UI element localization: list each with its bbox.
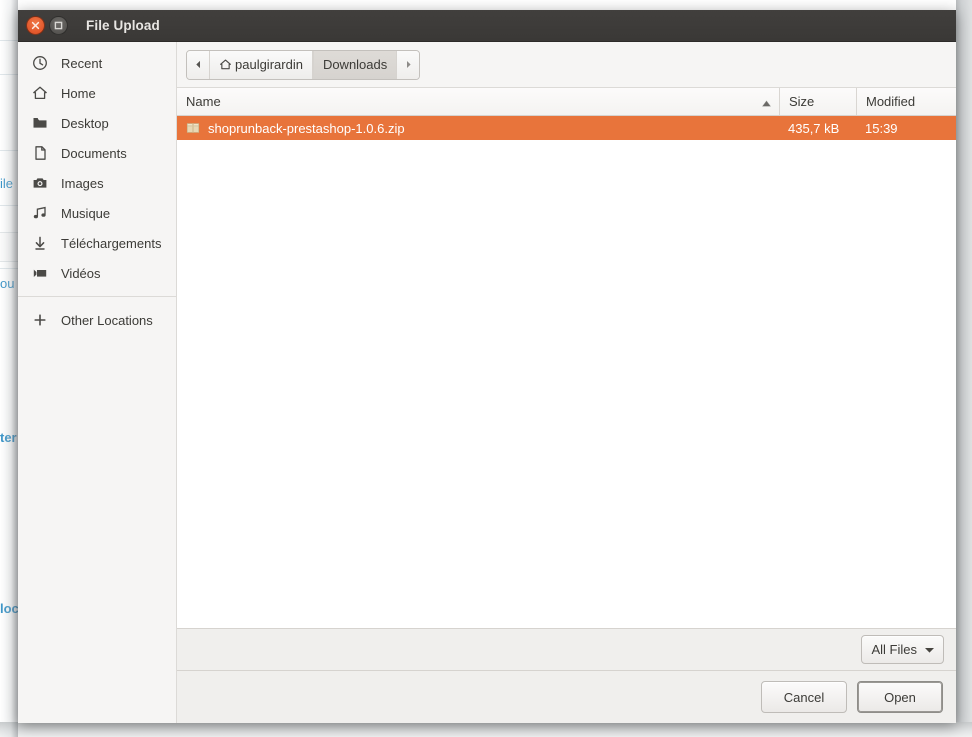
clock-icon bbox=[30, 55, 50, 71]
background-bottom-gutter bbox=[0, 722, 972, 737]
home-icon bbox=[219, 58, 232, 71]
sidebar-item-videos[interactable]: Vidéos bbox=[18, 258, 176, 288]
background-link[interactable]: ile bbox=[0, 176, 13, 191]
filter-bar: All Files bbox=[177, 628, 956, 670]
filter-label: All Files bbox=[871, 642, 917, 657]
sidebar-item-musique[interactable]: Musique bbox=[18, 198, 176, 228]
sidebar-separator bbox=[18, 296, 176, 297]
column-label: Size bbox=[789, 94, 815, 109]
file-browser-pane: paulgirardin Downloads Name Size Modifie… bbox=[177, 42, 956, 723]
document-icon bbox=[30, 145, 50, 161]
column-header-name[interactable]: Name bbox=[177, 88, 779, 115]
sidebar-item-label: Recent bbox=[61, 55, 103, 71]
file-modified-cell: 15:39 bbox=[865, 120, 898, 136]
cancel-button[interactable]: Cancel bbox=[761, 681, 847, 713]
breadcrumb-item-current[interactable]: Downloads bbox=[312, 50, 398, 79]
download-arrow-icon bbox=[30, 235, 50, 251]
folder-icon bbox=[30, 115, 50, 131]
places-sidebar: Recent Home Desktop Documents Images Mus… bbox=[18, 42, 177, 723]
open-label: Open bbox=[884, 689, 916, 705]
background-divider bbox=[0, 40, 18, 41]
window-title: File Upload bbox=[86, 18, 160, 33]
column-label: Name bbox=[186, 94, 221, 109]
sidebar-item-label: Téléchargements bbox=[61, 235, 162, 251]
column-label: Modified bbox=[866, 94, 916, 109]
music-note-icon bbox=[30, 205, 50, 221]
sidebar-item-telechargements[interactable]: Téléchargements bbox=[18, 228, 176, 258]
plus-icon bbox=[30, 312, 50, 328]
background-link[interactable]: loc bbox=[0, 601, 19, 616]
sidebar-item-recent[interactable]: Recent bbox=[18, 48, 176, 78]
cancel-label: Cancel bbox=[783, 689, 825, 705]
maximize-glyph bbox=[54, 21, 63, 30]
table-row[interactable]: shoprunback-prestashop-1.0.6.zip 435,7 k… bbox=[177, 116, 956, 140]
background-divider bbox=[0, 150, 18, 151]
home-icon bbox=[30, 85, 50, 101]
sidebar-item-label: Vidéos bbox=[61, 265, 101, 281]
video-icon bbox=[30, 265, 50, 281]
path-back-button[interactable] bbox=[187, 50, 209, 79]
breadcrumb-label: paulgirardin bbox=[235, 57, 303, 72]
sidebar-item-label: Home bbox=[61, 85, 96, 101]
background-divider bbox=[0, 268, 18, 269]
breadcrumb: paulgirardin Downloads bbox=[186, 49, 421, 80]
breadcrumb-label: Downloads bbox=[322, 57, 388, 72]
chevron-left-icon bbox=[195, 61, 200, 68]
file-name-label: shoprunback-prestashop-1.0.6.zip bbox=[208, 120, 405, 136]
file-size-cell: 435,7 kB bbox=[788, 120, 840, 136]
background-link[interactable]: ou bbox=[0, 276, 14, 291]
sidebar-item-label: Images bbox=[61, 175, 104, 191]
caret-down-icon bbox=[925, 647, 934, 653]
close-icon[interactable] bbox=[26, 16, 45, 35]
background-divider bbox=[0, 74, 18, 75]
archive-icon bbox=[186, 121, 200, 135]
sidebar-item-images[interactable]: Images bbox=[18, 168, 176, 198]
file-list: Name Size Modified shoprunback-prestasho… bbox=[177, 87, 956, 628]
file-type-filter-dropdown[interactable]: All Files bbox=[861, 635, 944, 664]
sidebar-item-desktop[interactable]: Desktop bbox=[18, 108, 176, 138]
sidebar-item-home[interactable]: Home bbox=[18, 78, 176, 108]
sidebar-item-label: Other Locations bbox=[61, 312, 153, 328]
dialog-body: Recent Home Desktop Documents Images Mus… bbox=[18, 42, 956, 723]
pathbar-area: paulgirardin Downloads bbox=[177, 42, 956, 87]
background-link[interactable]: ter bbox=[0, 430, 17, 445]
dialog-titlebar: File Upload bbox=[18, 10, 956, 42]
triangle-up-icon bbox=[762, 94, 771, 109]
sidebar-item-label: Documents bbox=[61, 145, 127, 161]
breadcrumb-item-home[interactable]: paulgirardin bbox=[209, 50, 313, 79]
file-name-cell: shoprunback-prestashop-1.0.6.zip bbox=[177, 116, 779, 140]
background-panel bbox=[0, 232, 18, 262]
maximize-icon[interactable] bbox=[49, 16, 68, 35]
dialog-action-bar: Cancel Open bbox=[177, 670, 956, 723]
file-upload-dialog: File Upload Recent Home Desktop Document… bbox=[18, 10, 956, 723]
column-header-size[interactable]: Size bbox=[779, 88, 856, 115]
sidebar-item-label: Musique bbox=[61, 205, 111, 221]
chevron-right-icon bbox=[406, 61, 411, 68]
sidebar-item-documents[interactable]: Documents bbox=[18, 138, 176, 168]
file-list-header: Name Size Modified bbox=[177, 88, 956, 116]
open-button[interactable]: Open bbox=[857, 681, 943, 713]
file-list-rows[interactable]: shoprunback-prestashop-1.0.6.zip 435,7 k… bbox=[177, 116, 956, 628]
background-right-gutter bbox=[956, 0, 972, 737]
background-divider bbox=[0, 205, 18, 206]
path-forward-button[interactable] bbox=[397, 50, 420, 79]
sidebar-item-label: Desktop bbox=[61, 115, 109, 131]
sidebar-item-other-locations[interactable]: Other Locations bbox=[18, 305, 176, 335]
close-glyph bbox=[31, 21, 40, 30]
column-header-modified[interactable]: Modified bbox=[856, 88, 956, 115]
camera-icon bbox=[30, 175, 50, 191]
